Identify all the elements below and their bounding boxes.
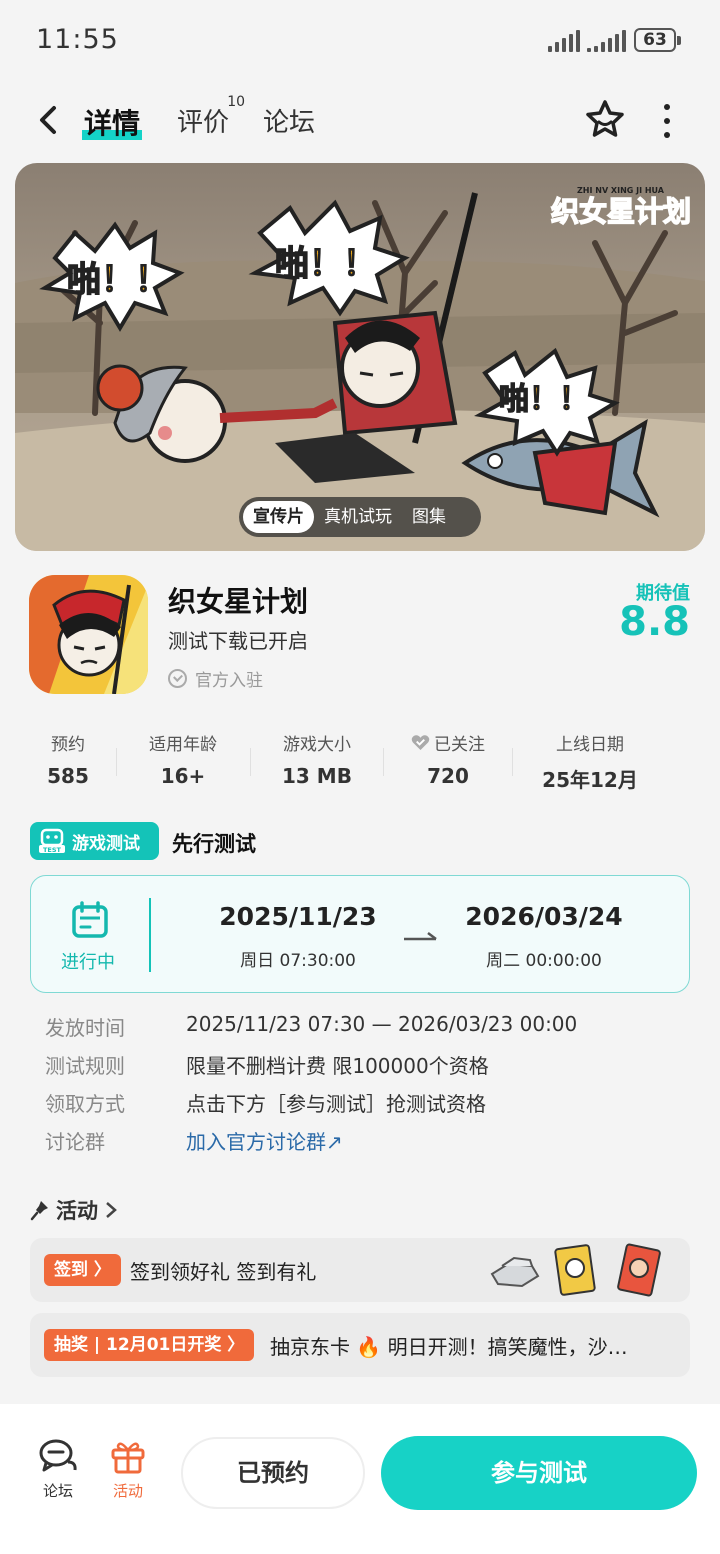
banner-illustration: 啪！！ 啪！！ 啪！！ ZHI NV XING JI HUA 织女星计划 <box>15 163 705 551</box>
reserved-button[interactable]: 已预约 <box>181 1437 365 1509</box>
forum-button[interactable]: 论坛 <box>36 1438 80 1501</box>
activity-header[interactable]: 活动 <box>30 1195 118 1225</box>
divider <box>116 748 117 776</box>
signal-icon <box>548 30 580 52</box>
tab-reviews-label: 评价 <box>177 108 230 138</box>
stat-launch-date: 上线日期 25年12月 <box>530 730 650 793</box>
stat-value: 585 <box>47 764 89 788</box>
activity-checkin[interactable]: 签到 〉 签到领好礼 签到有礼 <box>30 1238 690 1302</box>
activity-lottery[interactable]: 抽奖 | 12月01日开奖 〉 抽京东卡 🔥 明日开测！搞笑魔性，沙… <box>30 1313 690 1377</box>
media-tab-gameplay[interactable]: 真机试玩 <box>314 501 402 533</box>
checkin-tag: 签到 〉 <box>44 1254 121 1286</box>
favorite-star-icon[interactable] <box>584 98 626 140</box>
rule-value: 点击下方［参与测试］抢测试资格 <box>186 1092 486 1116</box>
start-time: 周日 07:30:00 <box>240 951 356 971</box>
expect-score: 8.8 <box>619 599 690 645</box>
rule-key: 领取方式 <box>45 1092 125 1116</box>
activity-button[interactable]: 活动 <box>106 1438 150 1501</box>
back-arrow-icon[interactable] <box>34 100 64 140</box>
stat-value: 13 MB <box>282 764 352 788</box>
stat-size: 游戏大小 13 MB <box>270 730 364 789</box>
rule-key: 发放时间 <box>45 1016 125 1040</box>
svg-text:ZHI NV XING JI HUA: ZHI NV XING JI HUA <box>577 186 665 195</box>
stat-followers[interactable]: 已关注 720 <box>400 730 496 788</box>
stat-label: 已关注 <box>434 734 485 755</box>
test-icon: TEST <box>39 828 65 854</box>
media-tab-gallery[interactable]: 图集 <box>402 501 456 533</box>
svg-text:啪！！: 啪！！ <box>499 382 589 417</box>
official-label: 官方入驻 <box>195 671 263 691</box>
activity-title: 活动 <box>56 1199 98 1223</box>
lottery-tag: 抽奖 | 12月01日开奖 〉 <box>44 1329 255 1361</box>
end-date: 2026/03/24 <box>465 902 623 931</box>
app-name: 织女星计划 <box>168 585 309 618</box>
stat-label: 适用年龄 <box>149 734 217 755</box>
pin-icon <box>30 1201 48 1221</box>
heart-icon <box>411 734 430 750</box>
test-badge-label: 游戏测试 <box>72 833 140 854</box>
chat-bubble-icon <box>39 1439 77 1472</box>
stat-value: 720 <box>427 764 469 788</box>
stat-label: 游戏大小 <box>283 734 351 755</box>
media-tab-trailer[interactable]: 宣传片 <box>243 501 314 533</box>
stat-label: 上线日期 <box>556 734 624 755</box>
signal-icon-2 <box>587 30 626 52</box>
card-icon-red <box>617 1243 661 1297</box>
check-circle-icon <box>168 669 187 688</box>
clock: 11:55 <box>36 24 119 55</box>
divider <box>383 748 384 776</box>
gift-icon <box>111 1442 145 1474</box>
divider <box>512 748 513 776</box>
status-bar: 11:55 63 <box>0 0 720 80</box>
stat-value: 16+ <box>160 764 206 788</box>
join-discussion-group-link[interactable]: 加入官方讨论群↗ <box>186 1126 343 1155</box>
divider <box>250 748 251 776</box>
activity-text: 签到领好礼 签到有礼 <box>130 1260 317 1284</box>
calendar-icon <box>72 901 108 938</box>
promo-banner[interactable]: 啪！！ 啪！！ 啪！！ ZHI NV XING JI HUA 织女星计划 <box>15 163 705 551</box>
chevron-right-icon <box>106 1202 117 1218</box>
divider <box>149 898 151 972</box>
app-icon <box>29 575 148 694</box>
activity-text: 抽京东卡 🔥 明日开测！搞笑魔性，沙… <box>270 1335 628 1359</box>
end-time: 周二 00:00:00 <box>486 951 602 971</box>
card-icon <box>554 1244 596 1296</box>
tab-forum[interactable]: 论坛 <box>263 102 315 139</box>
stat-value: 25年12月 <box>542 768 638 792</box>
media-tabs: 宣传片 真机试玩 图集 <box>239 497 481 537</box>
svg-text:织女星计划: 织女星计划 <box>551 195 691 228</box>
rule-value: 2025/11/23 07:30 — 2026/03/23 00:00 <box>186 1012 578 1036</box>
battery-icon: 63 <box>634 28 681 52</box>
test-title: 先行测试 <box>172 832 256 856</box>
official-badge: 官方入驻 <box>168 666 263 691</box>
bottom-action-bar: 论坛 活动 已预约 参与测试 <box>0 1404 720 1554</box>
arrow-right-icon <box>404 932 437 941</box>
svg-text:啪！！: 啪！！ <box>67 260 169 300</box>
test-status: 进行中 <box>61 952 115 973</box>
svg-text:TEST: TEST <box>43 846 62 854</box>
tab-details[interactable]: 详情 <box>81 102 143 142</box>
tab-reviews[interactable]: 评价 10 <box>177 94 245 139</box>
rule-key: 测试规则 <box>45 1054 125 1078</box>
forum-label: 论坛 <box>42 1482 73 1500</box>
top-nav: 详情 评价 10 论坛 <box>0 80 720 160</box>
start-date: 2025/11/23 <box>219 902 377 931</box>
stat-age: 适用年龄 16+ <box>136 730 230 789</box>
test-period-card: 进行中 2025/11/23 周日 07:30:00 2026/03/24 周二… <box>30 875 690 993</box>
stat-reservations: 预约 585 <box>38 730 98 789</box>
stat-label: 预约 <box>51 734 85 755</box>
activity-label: 活动 <box>112 1482 143 1500</box>
silver-ingot-icon <box>490 1256 540 1288</box>
rule-value: 限量不删档计费 限100000个资格 <box>186 1054 489 1078</box>
join-test-button[interactable]: 参与测试 <box>381 1436 697 1510</box>
reviews-count-badge: 10 <box>227 94 246 110</box>
app-subtitle: 测试下载已开启 <box>168 629 308 653</box>
svg-text:啪！！: 啪！！ <box>275 244 377 284</box>
more-menu-icon[interactable] <box>654 104 680 138</box>
game-test-badge: TEST 游戏测试 <box>30 822 159 860</box>
rule-key: 讨论群 <box>45 1130 105 1154</box>
